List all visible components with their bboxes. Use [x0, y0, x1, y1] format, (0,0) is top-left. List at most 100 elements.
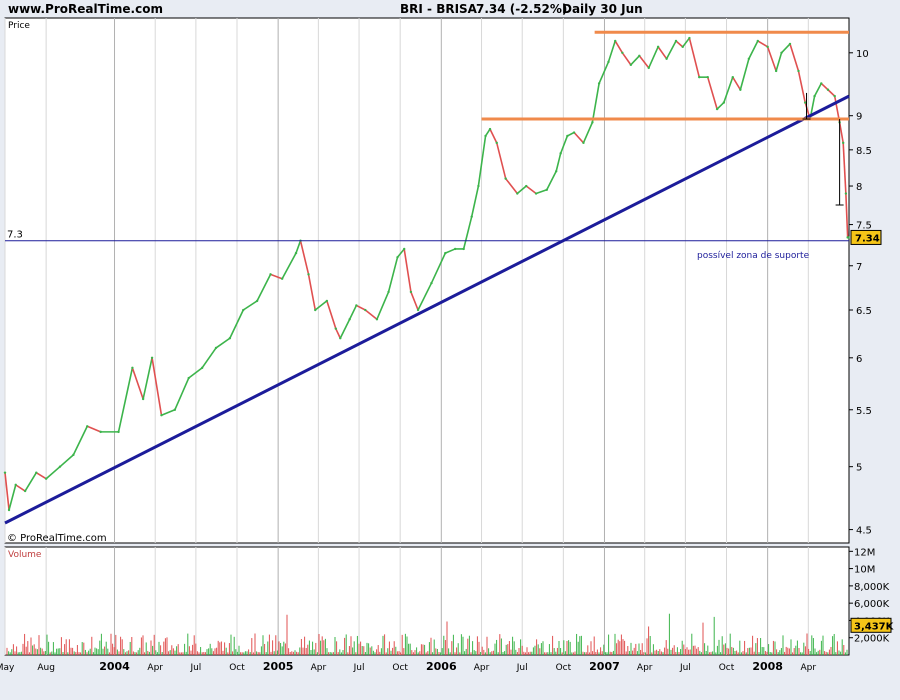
price-point — [841, 141, 845, 145]
price-point — [23, 489, 27, 493]
price-point — [99, 430, 102, 434]
price-point — [731, 75, 734, 79]
price-point — [462, 247, 465, 251]
price-point — [803, 101, 807, 104]
y-tick-label: 6.5 — [856, 306, 872, 317]
price-point — [242, 308, 245, 312]
price-point — [688, 36, 691, 40]
price-point — [375, 318, 379, 321]
y-tick-label: 7.5 — [856, 221, 872, 232]
volume-tick-label: 10M — [854, 565, 875, 576]
x-tick-label: Jul — [189, 663, 201, 673]
price-point — [484, 134, 487, 138]
price-point — [844, 192, 848, 195]
price-point — [131, 366, 134, 370]
price-point — [788, 42, 792, 46]
price-point — [656, 45, 660, 49]
price-point — [14, 483, 17, 487]
price-point — [339, 337, 342, 340]
price-point — [294, 251, 298, 255]
price-point — [766, 45, 769, 49]
watermark: © ProRealTime.com — [7, 533, 107, 544]
last-price-badge: 7.34 — [855, 233, 880, 244]
y-tick-label: 6 — [856, 354, 862, 365]
price-point — [756, 39, 760, 43]
volume-tick-label: 6,000K — [854, 599, 890, 610]
price-point — [813, 94, 816, 98]
price-point — [348, 318, 351, 321]
price-point — [430, 281, 433, 285]
price-point — [797, 69, 800, 73]
price-point — [470, 215, 473, 218]
price-point — [597, 82, 601, 85]
price-point — [314, 308, 317, 312]
price-point — [255, 299, 259, 303]
price-point — [722, 101, 726, 104]
price-point — [141, 397, 145, 401]
price-point — [614, 39, 617, 43]
price-point — [72, 453, 75, 457]
x-tick-label: Oct — [229, 663, 245, 673]
price-point — [44, 477, 48, 480]
price-point — [638, 54, 641, 57]
price-point — [387, 290, 390, 294]
price-point — [715, 107, 719, 111]
x-tick-label: May — [0, 663, 15, 673]
price-point — [747, 57, 751, 60]
x-tick-label: 2005 — [263, 660, 294, 673]
price-point — [554, 170, 558, 173]
price-point — [325, 299, 329, 303]
x-tick-label: Apr — [637, 663, 653, 673]
price-point — [629, 63, 633, 67]
price-point — [559, 152, 562, 155]
price-point — [35, 471, 38, 474]
price-point — [269, 273, 272, 276]
price-point — [820, 82, 823, 85]
price-point — [572, 131, 576, 134]
price-point — [698, 75, 701, 79]
price-point — [826, 88, 830, 91]
price-plot-area — [4, 17, 850, 544]
price-point — [416, 308, 420, 312]
x-tick-label: Apr — [474, 663, 490, 673]
price-point — [621, 51, 624, 54]
price-chart[interactable]: 10 9 8.5 8 7.5 7 6.5 6 5.5 5 4.5 12M 10M 8,000K 6,000… — [0, 0, 900, 700]
price-point — [86, 425, 89, 428]
price-point — [495, 141, 498, 145]
price-point — [582, 141, 585, 145]
last-volume-badge: 3,437K — [854, 621, 895, 632]
reference-level-label: 7.3 — [7, 230, 23, 241]
price-point — [364, 308, 367, 312]
x-tick-label: 2004 — [99, 660, 130, 673]
y-tick-label: 7 — [856, 262, 862, 273]
price-point — [566, 134, 569, 138]
price-panel-label: Price — [8, 21, 30, 31]
x-tick-label: Oct — [392, 663, 408, 673]
price-point — [665, 57, 668, 60]
x-tick-label: 2008 — [752, 660, 783, 673]
price-point — [774, 69, 778, 73]
price-point — [7, 508, 11, 512]
price-point — [117, 430, 120, 434]
price-point — [591, 121, 594, 124]
price-point — [453, 247, 457, 251]
price-point — [200, 366, 204, 370]
price-point — [504, 177, 507, 180]
x-tick-label: Jul — [353, 663, 365, 673]
price-point — [3, 471, 7, 474]
price-point — [403, 247, 406, 251]
price-point — [647, 66, 650, 70]
price-point — [228, 337, 232, 340]
volume-tick-label: 12M — [854, 547, 875, 558]
y-tick-label: 9 — [856, 112, 862, 123]
x-tick-label: Jul — [516, 663, 528, 673]
x-tick-label: 2006 — [426, 660, 457, 673]
y-tick-label: 5 — [856, 463, 862, 474]
volume-tick-label: 8,000K — [854, 582, 890, 593]
price-point — [396, 256, 399, 259]
price-point — [534, 192, 538, 195]
x-tick-label: Oct — [556, 663, 572, 673]
price-point — [525, 184, 528, 188]
x-tick-label: Oct — [719, 663, 735, 673]
price-point — [477, 184, 480, 188]
